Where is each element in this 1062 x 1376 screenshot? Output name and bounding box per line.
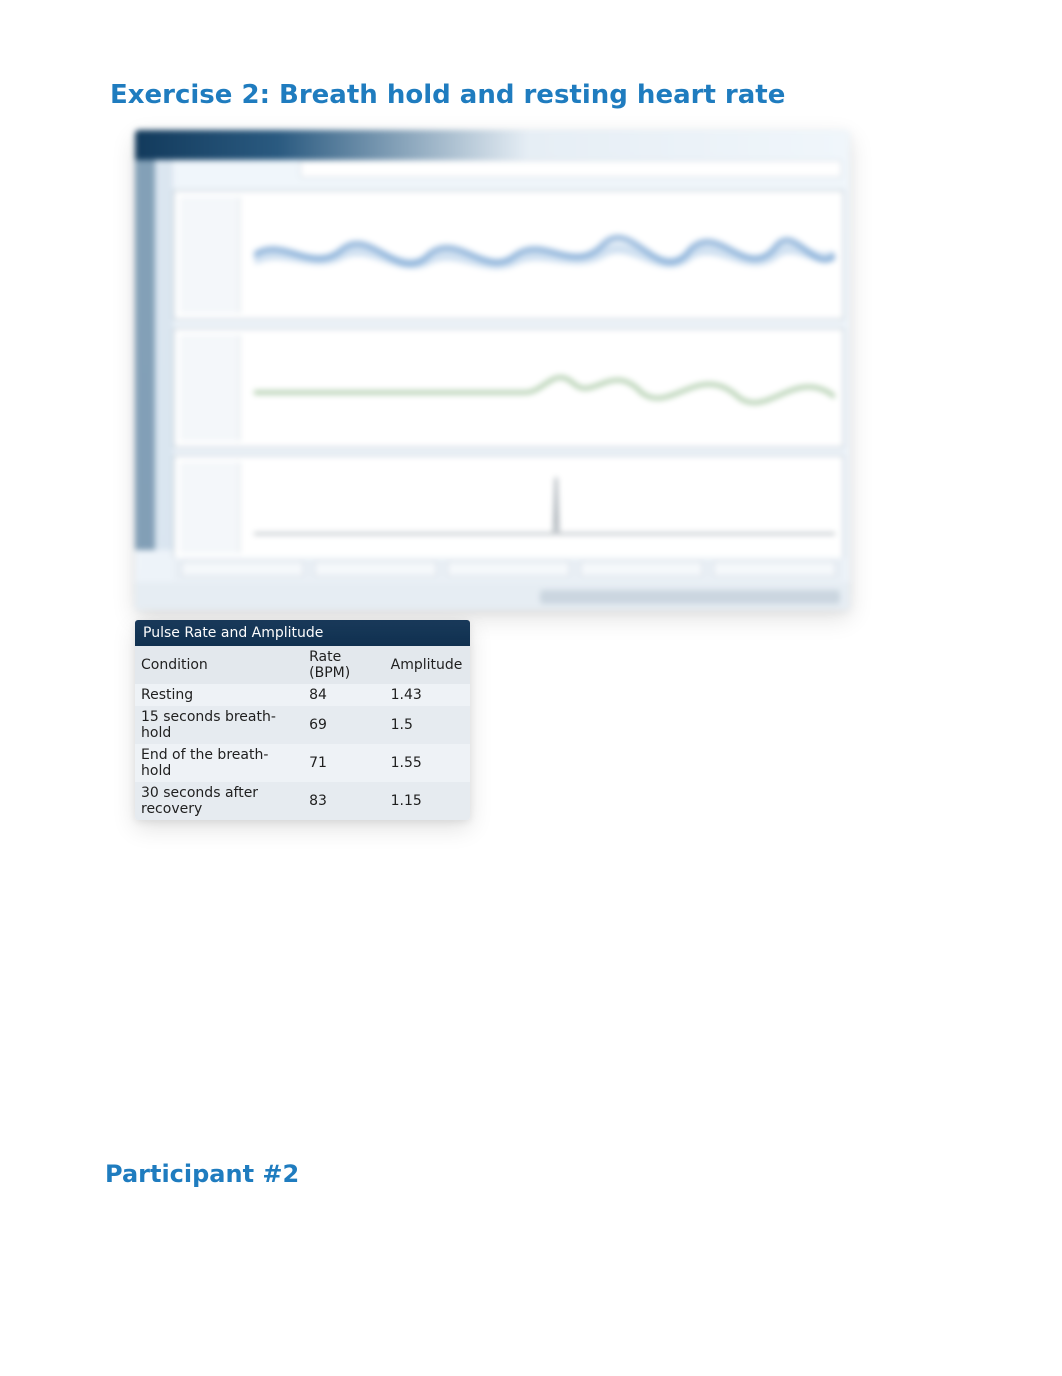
cell-amplitude: 1.43 [385, 684, 470, 706]
cell-amplitude: 1.5 [385, 706, 470, 744]
chart-toolbar-field [300, 160, 842, 178]
chart-titlebar [135, 130, 850, 160]
table-header-row: Condition Rate (BPM) Amplitude [135, 646, 470, 684]
chart-panel-1-label [180, 197, 240, 313]
col-condition: Condition [135, 646, 303, 684]
chart-footer [135, 582, 850, 610]
pulse-table-title: Pulse Rate and Amplitude [135, 620, 470, 646]
col-amplitude: Amplitude [385, 646, 470, 684]
chart-left-strip-2 [155, 160, 173, 550]
exercise-title: Exercise 2: Breath hold and resting hear… [110, 80, 952, 110]
chart-screenshot [135, 130, 850, 610]
chart-panel-3 [173, 455, 844, 560]
cell-rate: 69 [303, 706, 385, 744]
cell-condition: 15 seconds breath-hold [135, 706, 303, 744]
cell-condition: 30 seconds after recovery [135, 782, 303, 820]
cell-rate: 84 [303, 684, 385, 706]
participant-title: Participant #2 [105, 1160, 952, 1188]
chart-bottom-tabs [173, 558, 844, 580]
table-row: 30 seconds after recovery 83 1.15 [135, 782, 470, 820]
table-row: 15 seconds breath-hold 69 1.5 [135, 706, 470, 744]
chart-panel-3-wave [254, 470, 835, 545]
chart-left-strip [135, 160, 155, 550]
chart-panel-2-label [180, 335, 240, 441]
col-rate: Rate (BPM) [303, 646, 385, 684]
chart-scrollbar [540, 590, 840, 604]
cell-rate: 71 [303, 744, 385, 782]
table-row: Resting 84 1.43 [135, 684, 470, 706]
chart-panel-3-label [180, 462, 240, 553]
cell-rate: 83 [303, 782, 385, 820]
pulse-table-container: Pulse Rate and Amplitude Condition Rate … [135, 620, 470, 820]
chart-panel-1 [173, 190, 844, 320]
chart-panel-2-wave [254, 343, 835, 433]
cell-amplitude: 1.15 [385, 782, 470, 820]
cell-amplitude: 1.55 [385, 744, 470, 782]
cell-condition: End of the breath-hold [135, 744, 303, 782]
chart-panel-1-wave [254, 205, 835, 305]
pulse-table: Condition Rate (BPM) Amplitude Resting 8… [135, 646, 470, 820]
chart-panel-2 [173, 328, 844, 448]
cell-condition: Resting [135, 684, 303, 706]
table-row: End of the breath-hold 71 1.55 [135, 744, 470, 782]
